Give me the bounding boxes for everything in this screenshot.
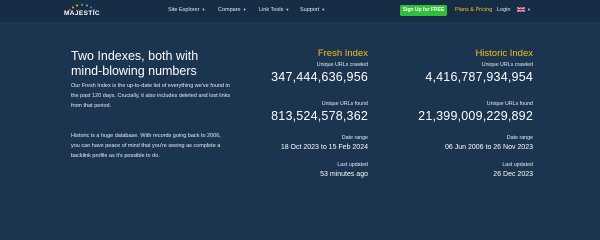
- chevron-down-icon: ▼: [242, 7, 247, 12]
- language-chevron-icon[interactable]: ▼: [527, 7, 531, 12]
- nav-item-label: Support: [300, 7, 320, 13]
- chevron-down-icon: ▼: [285, 7, 290, 12]
- urls-crawled-label: Unique URLs crawled: [481, 62, 533, 68]
- historic-index-title: Historic Index: [475, 48, 533, 59]
- nav-item-label: Site Explorer: [168, 7, 200, 13]
- last-updated-value: 26 Dec 2023: [493, 171, 533, 178]
- nav-item-label: Link Tools: [259, 7, 284, 13]
- nav-link-tools[interactable]: Link Tools ▼: [259, 7, 289, 13]
- nav-compare[interactable]: Compare ▼: [218, 7, 247, 13]
- login-link[interactable]: Login: [497, 7, 510, 13]
- last-updated-label: Last updated: [502, 162, 533, 168]
- date-range-value: 06 Jun 2006 to 26 Nov 2023: [445, 144, 533, 151]
- urls-found-value: 21,399,009,229,892: [418, 109, 533, 123]
- majestic-logo[interactable]: MAJESTIC: [62, 2, 102, 20]
- top-navigation-bar: MAJESTIC Site Explorer ▼ Compare ▼ Link To…: [0, 0, 600, 22]
- nav-item-label: Compare: [218, 7, 241, 13]
- logo-text: MAJESTIC: [63, 10, 101, 17]
- historic-index-stats: Historic Index Unique URLs crawled 4,416…: [333, 48, 533, 179]
- nav-site-explorer[interactable]: Site Explorer ▼: [168, 7, 205, 13]
- signup-button[interactable]: Sign Up for FREE: [400, 5, 447, 16]
- plans-pricing-link[interactable]: Plans & Pricing: [455, 7, 492, 13]
- chevron-down-icon: ▼: [201, 7, 206, 12]
- chevron-down-icon: ▼: [321, 7, 326, 12]
- date-range-label: Date range: [506, 135, 533, 141]
- uk-flag-icon[interactable]: [517, 7, 525, 12]
- nav-support[interactable]: Support ▼: [300, 7, 325, 13]
- urls-found-label: Unique URLs found: [486, 101, 533, 107]
- urls-crawled-value: 4,416,787,934,954: [425, 70, 533, 84]
